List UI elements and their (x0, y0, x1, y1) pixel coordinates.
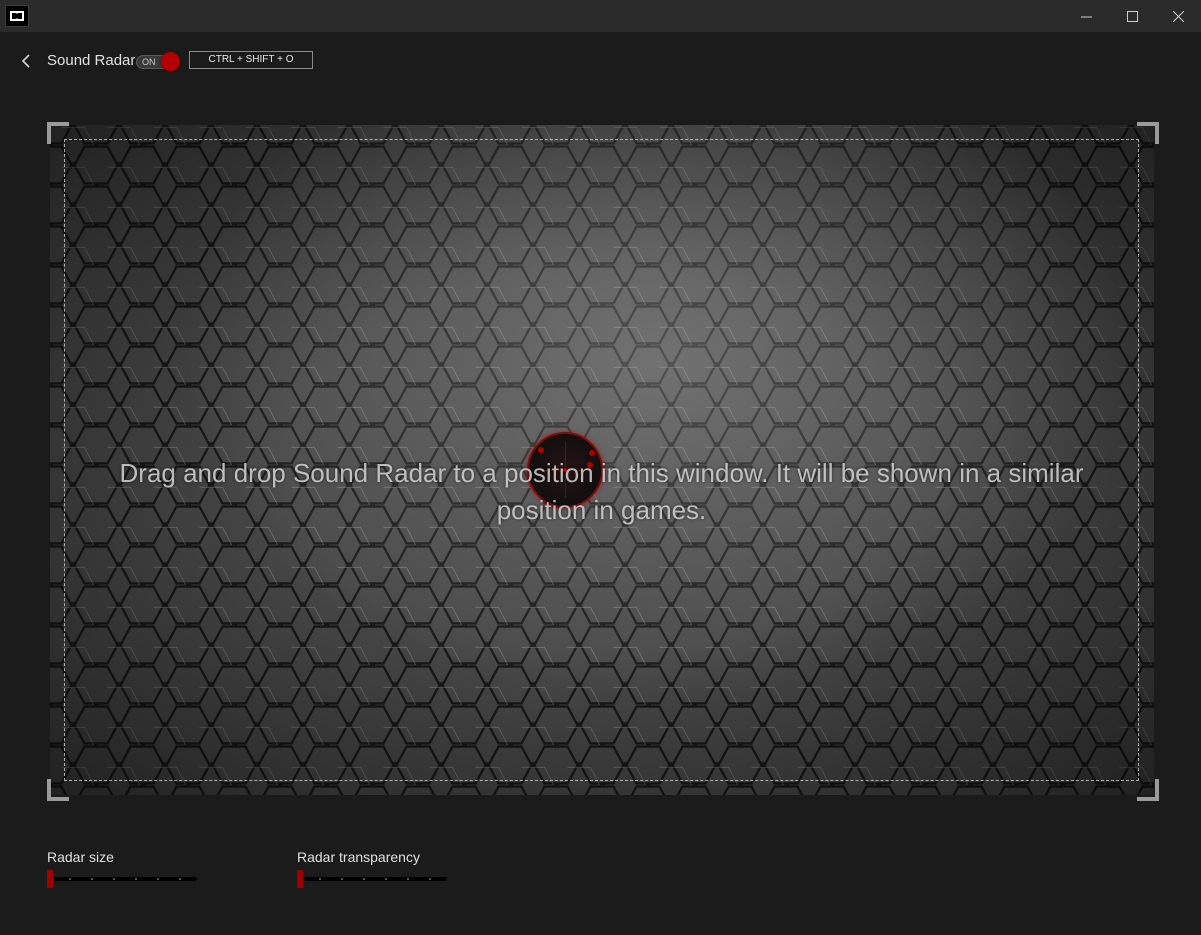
minimize-button[interactable] (1063, 0, 1109, 32)
slider-tick (363, 878, 365, 880)
slider-tick (157, 878, 159, 880)
radar-transparency-slider[interactable] (297, 870, 447, 888)
radar-size-thumb[interactable] (47, 870, 53, 888)
slider-tick (319, 878, 321, 880)
slider-tick (135, 878, 137, 880)
radar-transparency-thumb[interactable] (297, 870, 303, 888)
toggle-label: ON (142, 57, 156, 67)
corner-bracket-bottom-left (47, 779, 69, 801)
slider-tick (385, 878, 387, 880)
toggle-knob (161, 52, 180, 71)
drag-instruction-text: Drag and drop Sound Radar to a position … (119, 458, 1084, 525)
slider-tick (341, 878, 343, 880)
close-button[interactable] (1155, 0, 1201, 32)
slider-tick (407, 878, 409, 880)
radar-size-slider[interactable] (47, 870, 197, 888)
slider-tick (113, 878, 115, 880)
radar-transparency-label: Radar transparency (297, 849, 420, 865)
corner-bracket-bottom-right (1137, 779, 1159, 801)
title-bar (0, 0, 1201, 32)
shortcut-field[interactable]: CTRL + SHIFT + O (189, 51, 313, 69)
slider-tick (429, 878, 431, 880)
radar-blip (538, 447, 544, 453)
slider-tick (69, 878, 71, 880)
back-button[interactable] (18, 51, 36, 71)
chevron-left-icon (21, 54, 30, 68)
slider-tick (91, 878, 93, 880)
page-title: Sound Radar (47, 52, 136, 69)
maximize-button[interactable] (1109, 0, 1155, 32)
sound-radar-toggle[interactable]: ON (136, 52, 182, 72)
radar-size-label: Radar size (47, 849, 114, 865)
minimize-icon (1080, 16, 1092, 17)
slider-tick (179, 878, 181, 880)
close-icon (1172, 10, 1184, 22)
maximize-icon (1126, 10, 1138, 22)
corner-bracket-top-right (1137, 122, 1159, 144)
dolby-logo-icon (5, 5, 29, 27)
